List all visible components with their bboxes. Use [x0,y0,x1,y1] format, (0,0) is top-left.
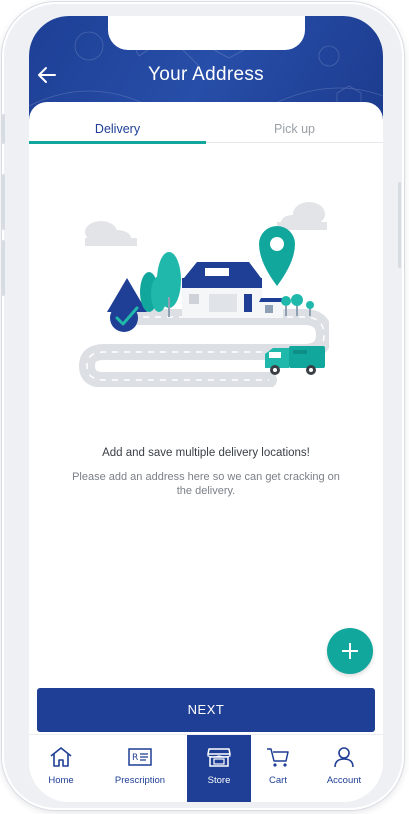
nav-label: Store [207,775,231,786]
home-icon [50,747,72,767]
account-icon [334,747,354,768]
svg-text:R: R [132,753,138,763]
cart-icon [267,748,289,767]
location-pin-icon [259,226,295,286]
next-button[interactable]: NEXT [37,688,375,732]
cloud-icon [85,221,137,246]
mute-switch [2,114,5,144]
add-address-button[interactable] [327,628,373,674]
delivery-illustration [79,202,329,387]
check-circle-icon [110,304,139,332]
app-screen: Your Address Delivery Pick up Add and sa… [29,16,383,802]
device-notch [108,16,305,50]
page-title: Your Address [148,64,264,85]
power-button [398,182,401,268]
nav-item-prescription[interactable]: R Prescription [93,735,187,802]
active-tab-indicator [29,141,206,144]
cloud-icon [277,202,327,230]
nav-item-store[interactable]: Store [187,735,251,802]
nav-item-account[interactable]: Account [305,735,383,802]
nav-item-home[interactable]: Home [29,735,93,802]
tree-icon [281,294,314,316]
nav-item-cart[interactable]: Cart [251,735,305,802]
volume-up-button [2,174,5,230]
tab-pick-up[interactable]: Pick up [206,122,383,144]
phone-frame: Your Address Delivery Pick up Add and sa… [2,2,404,810]
nav-label: Cart [269,775,287,786]
address-content: Delivery Pick up Add and save multiple d… [29,102,383,802]
bottom-navigation: Home R Prescription Store Cart Account [29,734,383,802]
store-icon [207,748,231,767]
empty-state-title: Add and save multiple delivery locations… [102,447,310,459]
delivery-van-icon [265,346,325,375]
empty-state-description: Please add an address here so we can get… [72,471,340,497]
volume-down-button [2,240,5,296]
nav-label: Prescription [114,775,166,786]
nav-label: Account [326,775,362,786]
prescription-icon: R [128,748,152,766]
nav-label: Home [48,775,74,786]
